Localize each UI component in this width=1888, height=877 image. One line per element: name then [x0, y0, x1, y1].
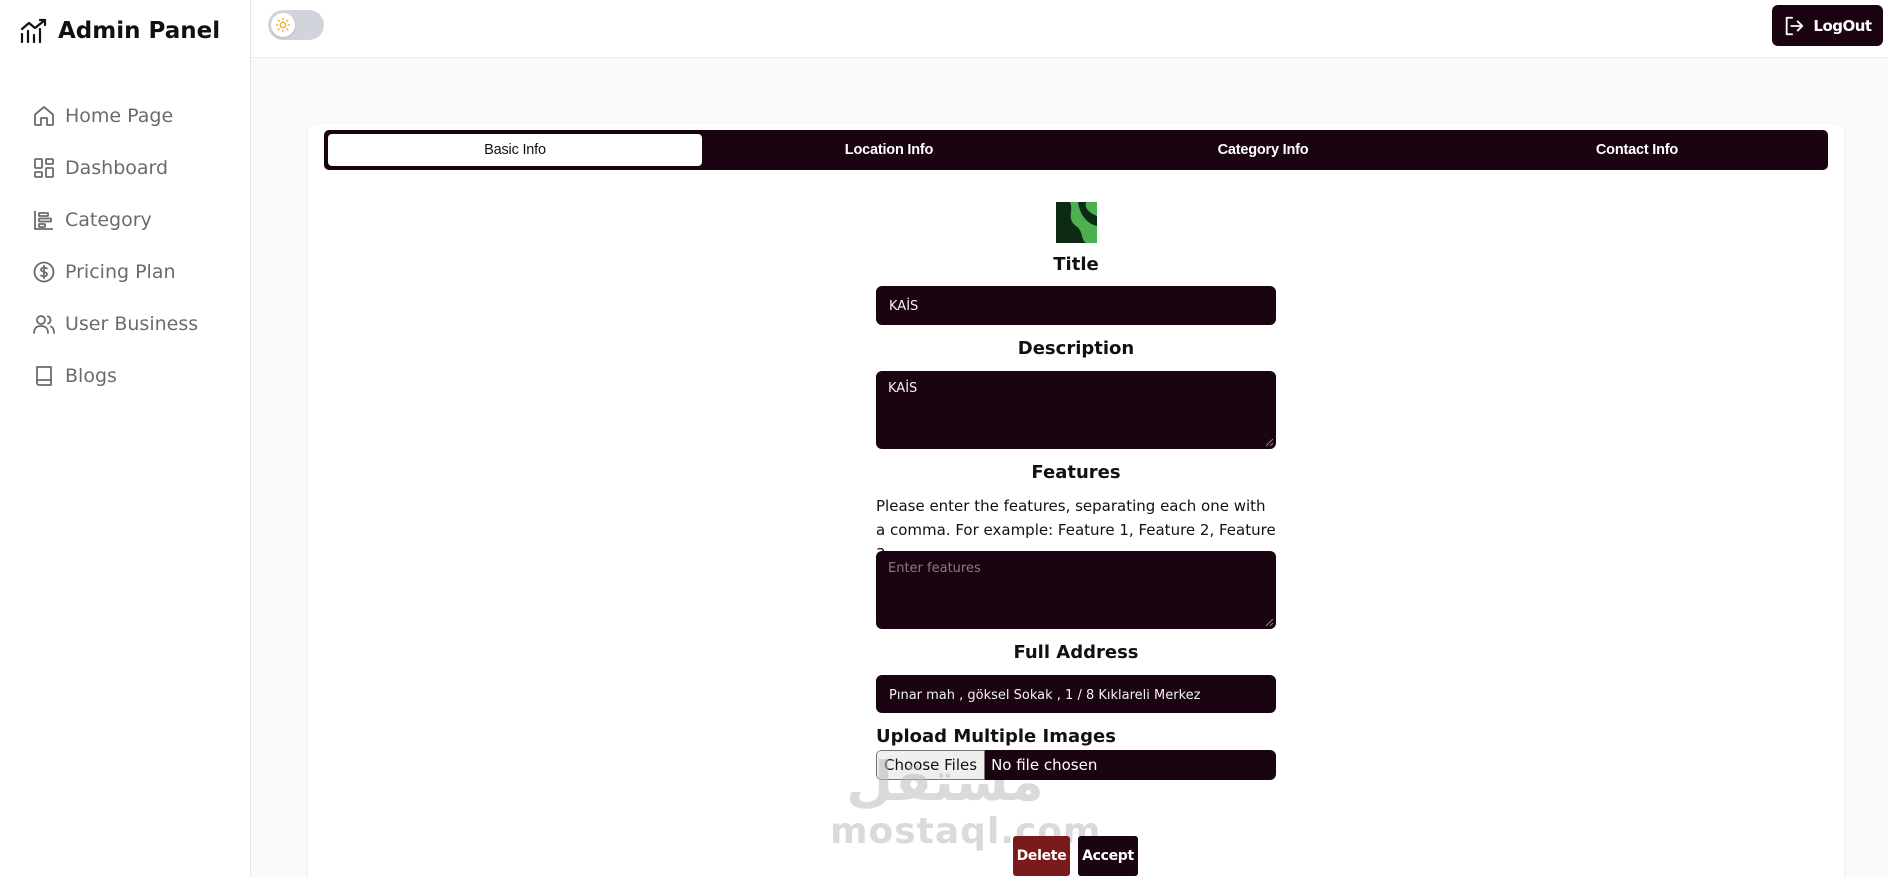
- full-address-label: Full Address: [1013, 642, 1139, 663]
- brand[interactable]: Admin Panel: [20, 18, 220, 44]
- logout-icon: [1786, 16, 1804, 35]
- full-address-input[interactable]: Pınar mah , göksel Sokak , 1 / 8 Kıklare…: [876, 675, 1276, 713]
- watermark-arabic: مستقل: [846, 750, 1044, 813]
- book-icon: [36, 366, 52, 386]
- sidebar-item-label: Dashboard: [65, 157, 169, 179]
- chart-line-icon: [20, 18, 47, 44]
- tab-basic-info[interactable]: Basic Info: [328, 134, 702, 166]
- business-logo-image: [1056, 202, 1097, 243]
- tab-bar: Basic Info Location Info Category Info C…: [324, 130, 1828, 170]
- logout-label: LogOut: [1813, 16, 1872, 35]
- resize-handle-icon[interactable]: [1264, 617, 1274, 627]
- sidebar-item-user-business[interactable]: User Business: [32, 298, 198, 350]
- description-textarea[interactable]: KAİS: [876, 371, 1276, 449]
- sidebar-item-blogs[interactable]: Blogs: [32, 350, 198, 402]
- sidebar-item-pricing-plan[interactable]: Pricing Plan: [32, 246, 198, 298]
- sidebar-item-category[interactable]: Category: [32, 194, 198, 246]
- sidebar-item-label: User Business: [65, 313, 199, 335]
- title-label: Title: [1053, 254, 1099, 275]
- brand-title: Admin Panel: [58, 18, 221, 44]
- topbar: LogOut: [252, 0, 1888, 58]
- sidebar-item-home-page[interactable]: Home Page: [32, 90, 198, 142]
- description-label: Description: [1017, 338, 1135, 359]
- home-icon: [34, 106, 54, 126]
- accept-button[interactable]: Accept: [1078, 836, 1138, 876]
- logout-button[interactable]: LogOut: [1772, 5, 1883, 46]
- theme-toggle[interactable]: [268, 10, 324, 40]
- sun-icon: [275, 17, 291, 33]
- dollar-circle-icon: [33, 261, 55, 283]
- tab-location-info[interactable]: Location Info: [702, 134, 1076, 166]
- features-label: Features: [1031, 462, 1121, 483]
- sidebar-item-label: Home Page: [65, 105, 174, 127]
- category-icon: [34, 211, 53, 230]
- sidebar-nav: Home Page Dashboard Category Pricing Pla…: [32, 90, 198, 402]
- sidebar-item-label: Category: [65, 209, 152, 231]
- sidebar: Admin Panel Home Page Dashboard Category…: [0, 0, 251, 877]
- dashboard-icon: [34, 158, 54, 178]
- features-placeholder: Enter features: [888, 561, 981, 576]
- features-textarea[interactable]: Enter features: [876, 551, 1276, 629]
- sidebar-item-label: Blogs: [65, 365, 117, 387]
- resize-handle-icon[interactable]: [1264, 437, 1274, 447]
- tab-contact-info[interactable]: Contact Info: [1450, 134, 1824, 166]
- sidebar-item-dashboard[interactable]: Dashboard: [32, 142, 198, 194]
- delete-button[interactable]: Delete: [1013, 836, 1070, 876]
- title-input[interactable]: KAİS: [876, 286, 1276, 325]
- sidebar-item-label: Pricing Plan: [65, 261, 176, 283]
- description-value: KAİS: [888, 381, 918, 396]
- toggle-knob: [271, 13, 295, 37]
- users-icon: [33, 315, 55, 334]
- upload-images-label: Upload Multiple Images: [876, 726, 1116, 747]
- tab-category-info[interactable]: Category Info: [1076, 134, 1450, 166]
